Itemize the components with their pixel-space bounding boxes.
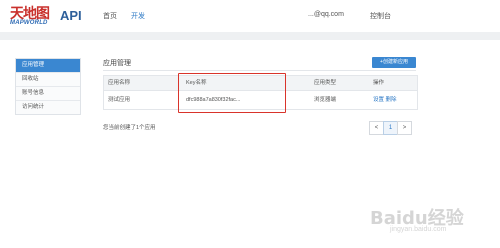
nav-console-link[interactable]: 控制台 <box>370 11 391 21</box>
settings-link[interactable]: 设置 <box>373 97 384 103</box>
prev-page-button[interactable]: < <box>369 121 384 135</box>
sidebar: 应用管理 回收站 账号信息 访问统计 <box>15 58 81 115</box>
column-header-actions: 操作 <box>373 80 385 86</box>
app-count-text: 您当前创建了1个应用 <box>103 125 156 131</box>
sidebar-item-app-management[interactable]: 应用管理 <box>16 59 80 73</box>
create-app-button[interactable]: +创建新应用 <box>372 57 416 68</box>
actions-cell: 设置 删除 <box>373 91 397 109</box>
sidebar-item-account-info[interactable]: 账号信息 <box>16 87 80 101</box>
logo-english-text: MAPWORLD <box>10 20 48 26</box>
logo-api-text: API <box>60 8 82 23</box>
nav-develop-link[interactable]: 开发 <box>131 11 145 21</box>
column-header-app-name: 应用名称 <box>108 80 131 86</box>
column-header-app-type: 应用类型 <box>314 80 337 86</box>
site-logo[interactable]: 天地图 MAPWORLD <box>10 3 58 29</box>
key-highlight-box <box>178 73 286 113</box>
page-title: 应用管理 <box>103 60 131 67</box>
watermark-subtext: jingyan.baidu.com <box>390 226 447 233</box>
baidu-watermark: Baidu经验 jingyan.baidu.com <box>350 200 490 236</box>
sidebar-item-access-stats[interactable]: 访问统计 <box>16 101 80 114</box>
app-type-cell: 浏览器端 <box>314 97 337 103</box>
pagination: < 1 > <box>369 121 412 135</box>
user-email[interactable]: ...@qq.com <box>308 11 344 18</box>
sidebar-item-recycle-bin[interactable]: 回收站 <box>16 73 80 87</box>
app-name-cell: 测试应用 <box>108 97 131 103</box>
page-1-button[interactable]: 1 <box>383 121 398 135</box>
next-page-button[interactable]: > <box>397 121 412 135</box>
nav-home-link[interactable]: 首页 <box>103 11 117 21</box>
top-header: 天地图 MAPWORLD API 首页 开发 ...@qq.com 控制台 <box>0 0 500 32</box>
title-divider <box>103 70 416 71</box>
header-divider <box>0 32 500 40</box>
delete-link[interactable]: 删除 <box>386 97 397 103</box>
